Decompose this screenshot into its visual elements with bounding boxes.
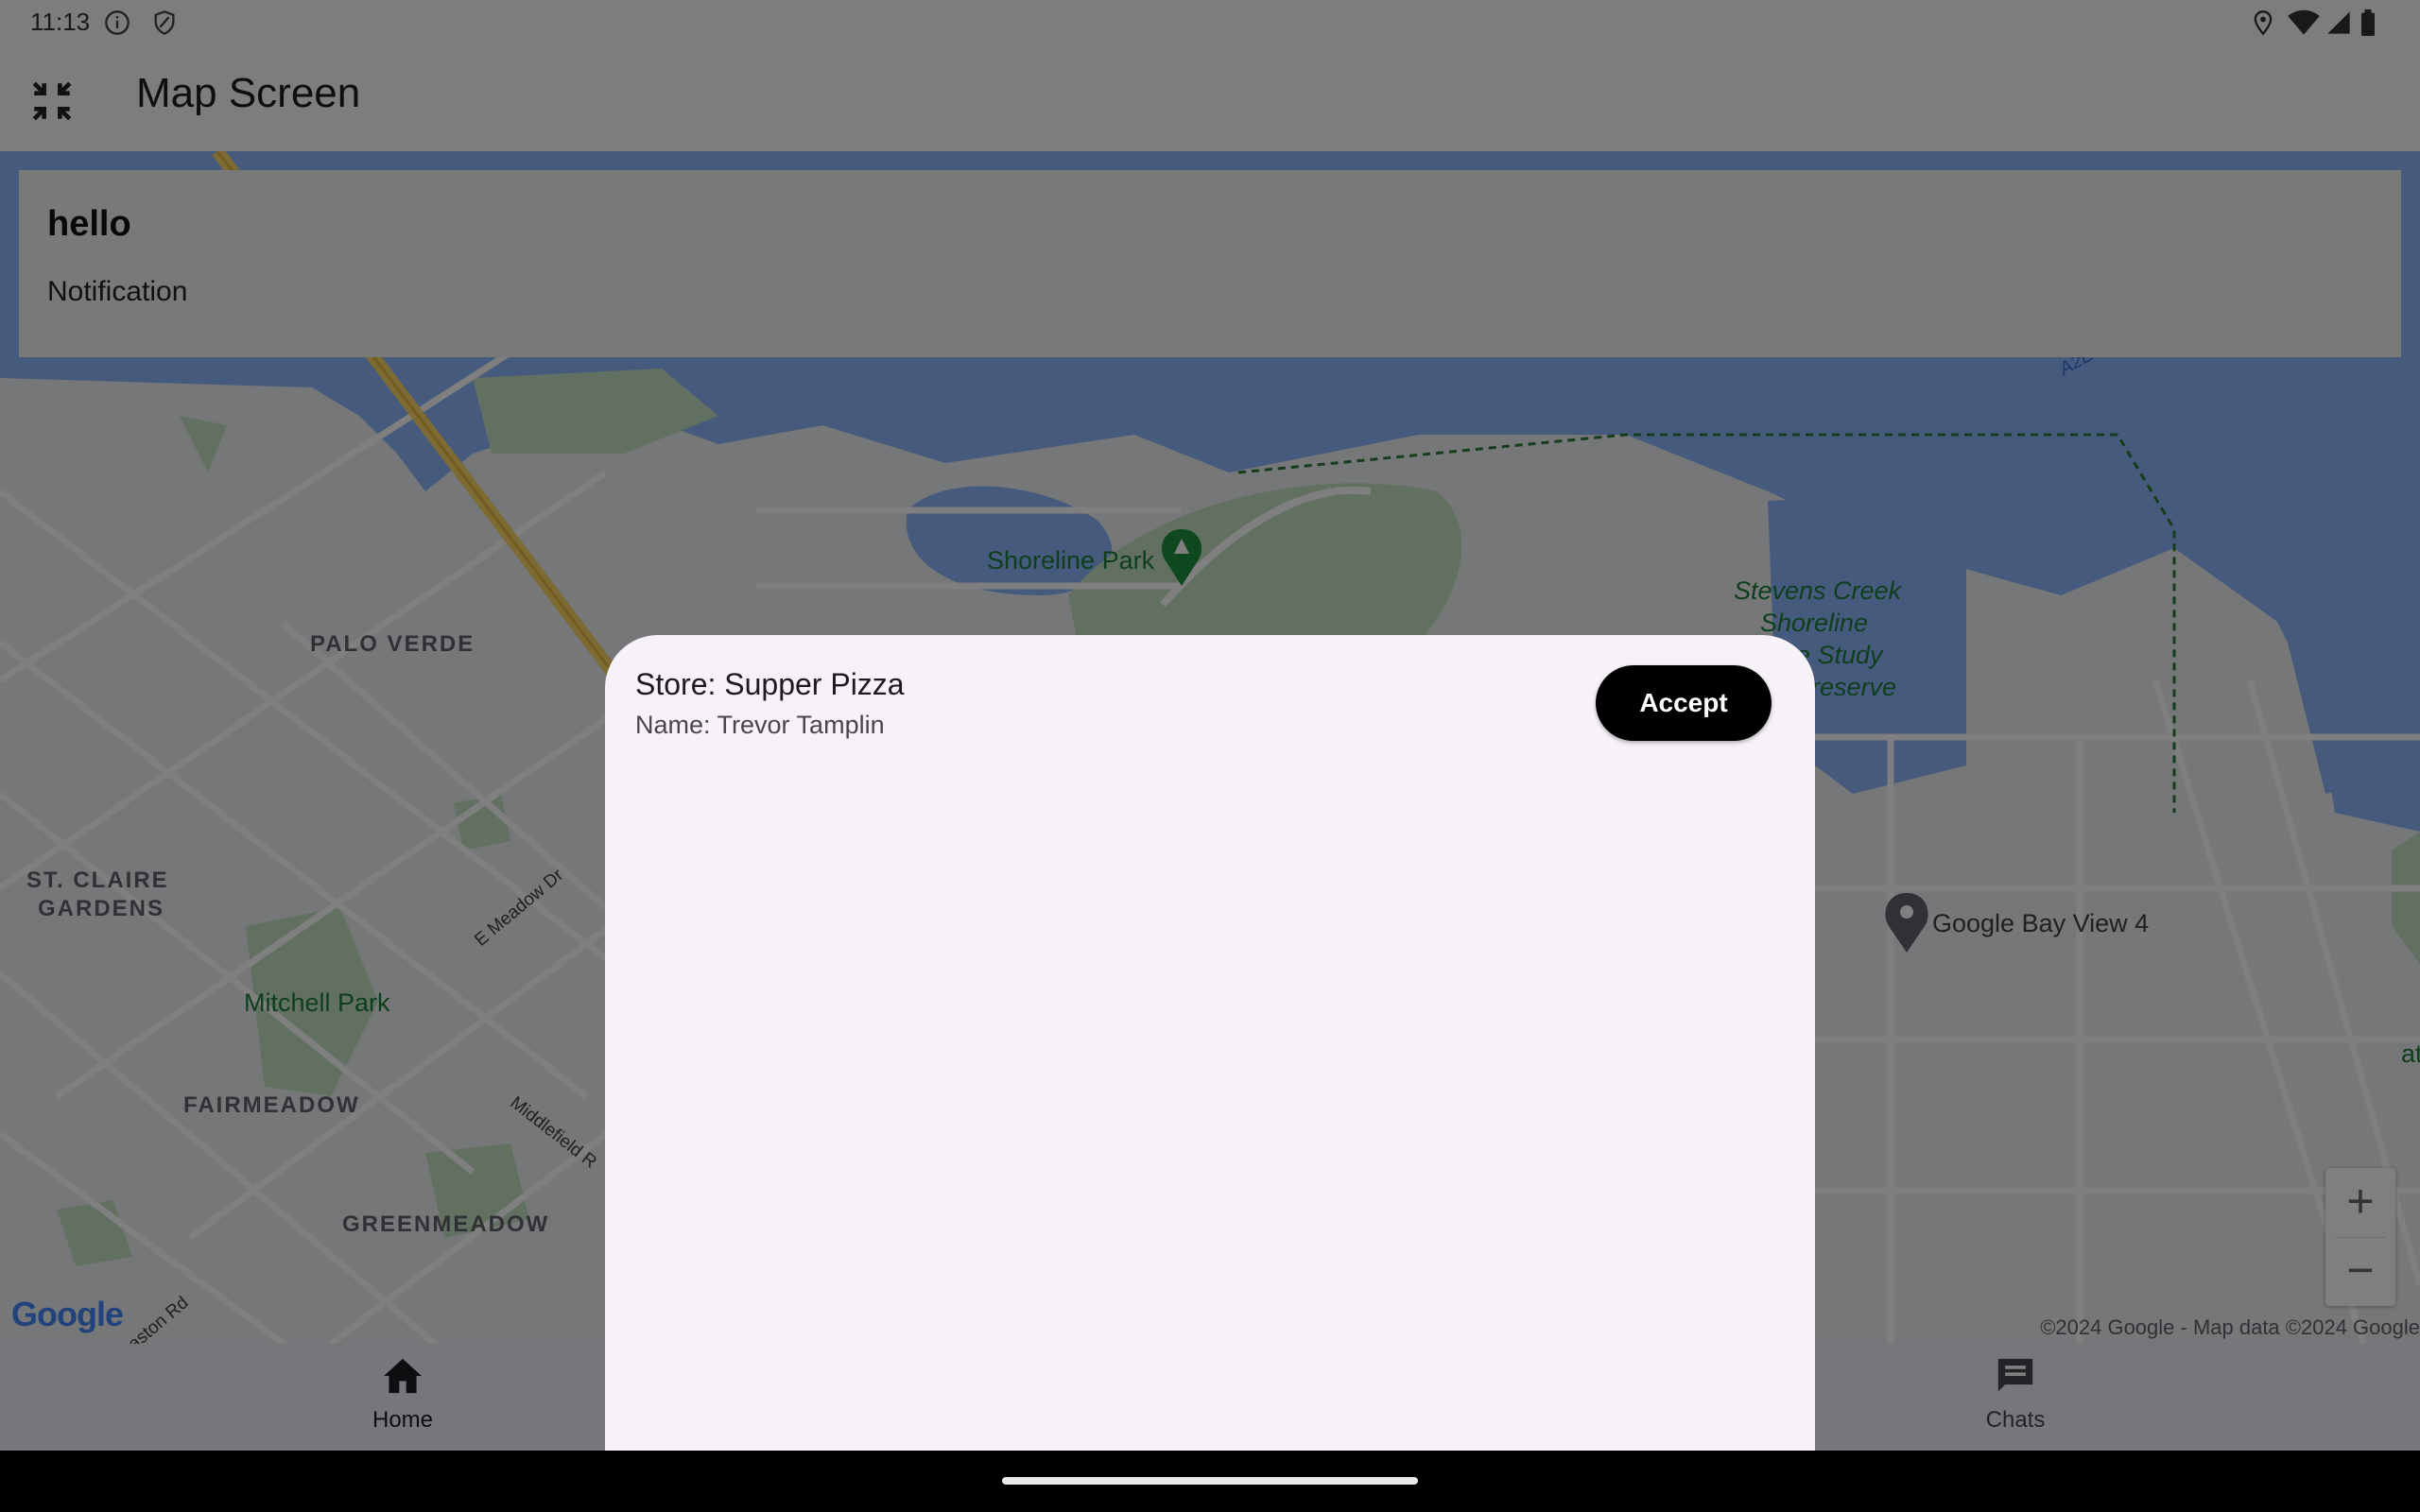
store-name: Store: Supper Pizza bbox=[635, 667, 905, 701]
app-screen: 11:13 Map Screen bbox=[0, 0, 2420, 1451]
accept-button[interactable]: Accept bbox=[1596, 665, 1772, 741]
order-bottom-sheet: Store: Supper Pizza Name: Trevor Tamplin… bbox=[605, 635, 1815, 1451]
gesture-navigation-bar[interactable] bbox=[1002, 1477, 1418, 1485]
customer-name: Name: Trevor Tamplin bbox=[635, 711, 885, 739]
